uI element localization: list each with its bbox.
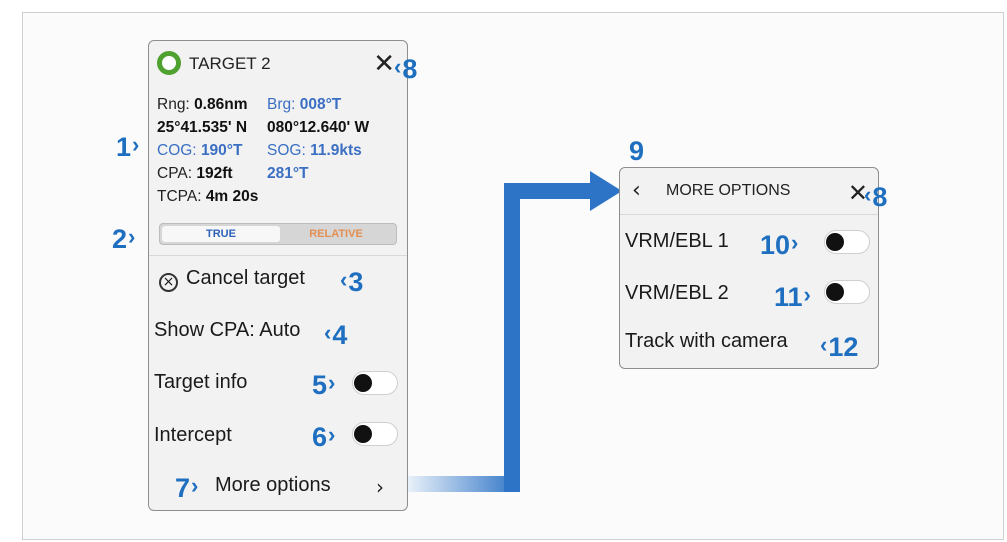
vrm-ebl-1-row: VRM/EBL 1 bbox=[625, 230, 729, 253]
divider bbox=[620, 214, 878, 215]
show-cpa-button[interactable]: Show CPA: Auto bbox=[154, 319, 300, 342]
show-cpa-label: Show CPA: Auto bbox=[154, 319, 301, 341]
close-icon[interactable]: ✕ bbox=[373, 51, 395, 77]
rng-label: Rng: bbox=[157, 96, 190, 113]
cog-label: COG: bbox=[157, 142, 197, 159]
cancel-target-label: Cancel target bbox=[186, 267, 305, 289]
rng-value: 0.86nm bbox=[194, 96, 248, 113]
true-mode-button[interactable]: TRUE bbox=[162, 226, 280, 242]
brg-label: Brg: bbox=[267, 96, 296, 113]
sog-value: 11.9kts bbox=[310, 142, 362, 159]
cancel-target-button[interactable]: × Cancel target bbox=[159, 267, 305, 292]
track-with-camera-label: Track with camera bbox=[625, 330, 788, 352]
callout-8-options: 8 bbox=[864, 184, 887, 212]
callout-1: 1 bbox=[116, 134, 139, 162]
back-arrow-icon[interactable]: ‹ bbox=[632, 178, 641, 203]
intercept-switch[interactable] bbox=[352, 422, 398, 446]
latitude: 25°41.535' N bbox=[157, 119, 248, 136]
switch-knob bbox=[826, 233, 844, 251]
more-options-title: MORE OPTIONS bbox=[666, 182, 791, 199]
vrm-ebl-2-row: VRM/EBL 2 bbox=[625, 282, 729, 305]
vrm-ebl-2-label: VRM/EBL 2 bbox=[625, 282, 729, 304]
tcpa-label: TCPA: bbox=[157, 188, 202, 205]
cancel-icon: × bbox=[159, 273, 178, 292]
brg-value: 008°T bbox=[299, 96, 342, 113]
target-icon bbox=[157, 51, 181, 75]
vrm-ebl-1-switch[interactable] bbox=[824, 230, 870, 254]
divider bbox=[149, 255, 407, 256]
vrm-ebl-2-switch[interactable] bbox=[824, 280, 870, 304]
sog-label: SOG: bbox=[267, 142, 306, 159]
target-info-block: Rng: 0.86nm Brg: 008°T 25°41.535' N 080°… bbox=[157, 93, 405, 208]
target-info-switch[interactable] bbox=[352, 371, 398, 395]
switch-knob bbox=[354, 425, 372, 443]
switch-knob bbox=[354, 374, 372, 392]
callout-6: 6 bbox=[312, 424, 335, 452]
callout-4: 4 bbox=[324, 322, 347, 350]
callout-8-target: 8 bbox=[394, 56, 417, 84]
callout-12: 12 bbox=[820, 334, 858, 362]
vrm-ebl-1-label: VRM/EBL 1 bbox=[625, 230, 729, 252]
target-panel: TARGET 2 ✕ Rng: 0.86nm Brg: 008°T 25°41.… bbox=[148, 40, 408, 511]
longitude: 080°12.640' W bbox=[267, 119, 370, 136]
callout-7: 7 bbox=[175, 475, 198, 503]
switch-knob bbox=[826, 283, 844, 301]
cpa-value: 192ft bbox=[196, 165, 233, 182]
target-title: TARGET 2 bbox=[189, 54, 271, 73]
callout-10: 10 bbox=[760, 232, 798, 260]
relative-mode-button[interactable]: RELATIVE bbox=[278, 226, 394, 242]
callout-5: 5 bbox=[312, 372, 335, 400]
cpa-bearing: 281°T bbox=[267, 165, 309, 182]
intercept-label: Intercept bbox=[154, 424, 232, 446]
more-options-label: More options bbox=[215, 474, 331, 496]
tcpa-value: 4m 20s bbox=[205, 188, 259, 205]
callout-2: 2 bbox=[112, 226, 135, 254]
target-info-label: Target info bbox=[154, 371, 248, 393]
target-info-row: Target info bbox=[154, 371, 247, 394]
callout-9: 9 bbox=[629, 136, 645, 166]
chevron-right-icon[interactable]: › bbox=[376, 475, 384, 499]
intercept-row: Intercept bbox=[154, 424, 232, 447]
more-options-button[interactable]: More options bbox=[215, 474, 331, 497]
cog-value: 190°T bbox=[200, 142, 243, 159]
callout-11: 11 bbox=[774, 284, 811, 312]
true-relative-toggle: TRUE RELATIVE bbox=[159, 223, 397, 245]
cpa-label: CPA: bbox=[157, 165, 193, 182]
target-panel-header: TARGET 2 ✕ bbox=[149, 41, 407, 85]
track-with-camera-button[interactable]: Track with camera bbox=[625, 330, 788, 353]
callout-3: 3 bbox=[340, 269, 363, 297]
